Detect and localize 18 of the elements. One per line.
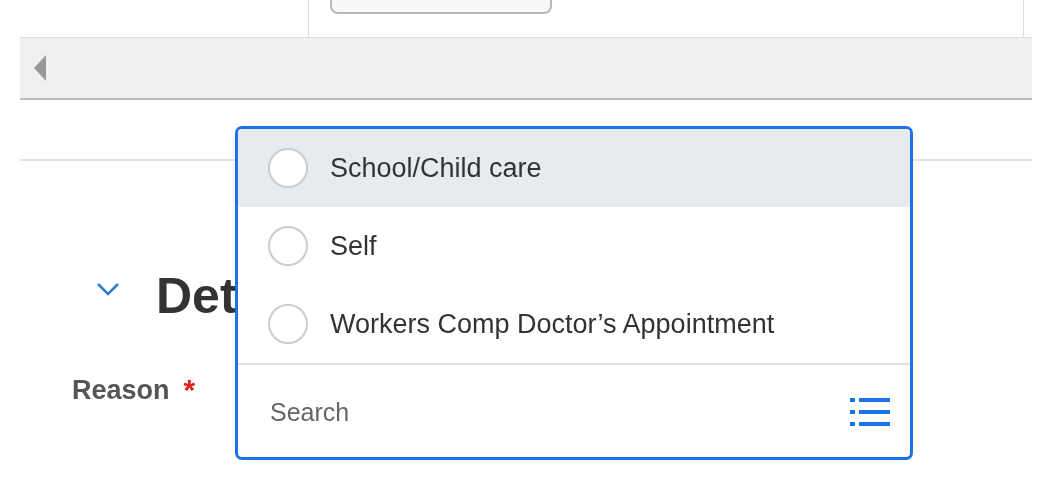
radio-button[interactable] (268, 304, 308, 344)
option-label: School/Child care (330, 152, 542, 184)
scroll-left-icon[interactable] (34, 55, 46, 81)
required-marker: * (183, 373, 196, 407)
dropdown-option[interactable]: Self (238, 207, 910, 285)
horizontal-scrollbar[interactable] (20, 37, 1032, 100)
field-label: Reason (72, 374, 170, 406)
option-label: Workers Comp Doctor’s Appointment (330, 308, 775, 340)
section-title: Det (156, 267, 237, 325)
radio-button[interactable] (268, 148, 308, 188)
list-icon[interactable] (850, 396, 890, 428)
search-field[interactable]: Search (270, 392, 850, 432)
chevron-down-icon[interactable] (96, 282, 120, 296)
radio-button[interactable] (268, 226, 308, 266)
dropdown-option[interactable]: School/Child care (238, 129, 910, 207)
button[interactable] (330, 0, 552, 14)
option-label: Self (330, 230, 377, 262)
dropdown-option[interactable]: Workers Comp Doctor’s Appointment (238, 285, 910, 363)
